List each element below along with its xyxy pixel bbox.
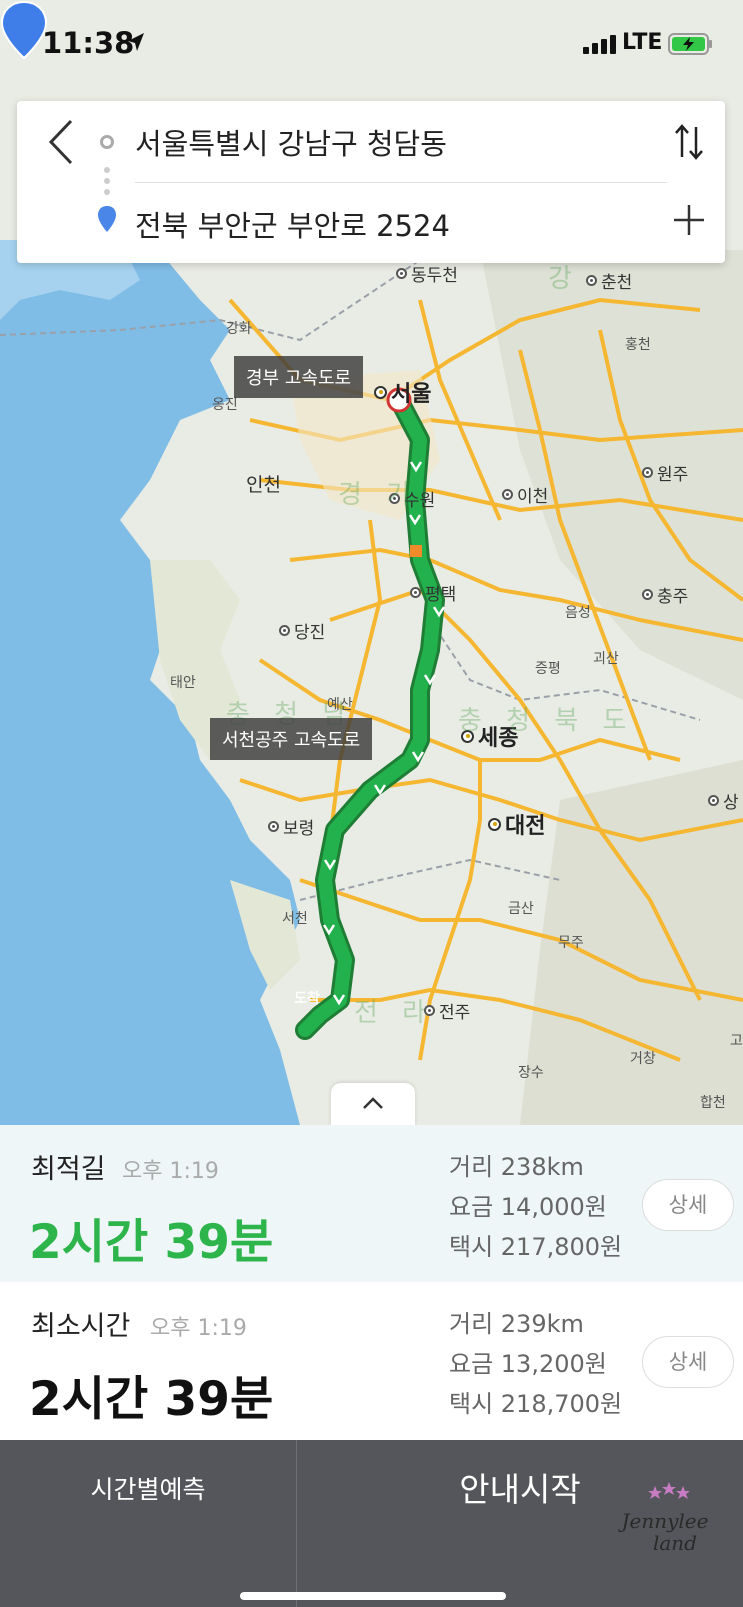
region-label: 경 기 [338, 480, 419, 510]
route-taxi-fare: 택시 218,700원 [449, 1390, 623, 1418]
place-label: 홍천 [625, 337, 651, 353]
route-toll: 요금 14,000원 [449, 1193, 607, 1221]
city-label: 보령 [268, 814, 314, 839]
route-taxi-fare: 택시 217,800원 [449, 1233, 623, 1261]
origin-field[interactable]: 서울특별시 강남구 청담동 [135, 121, 447, 163]
city-label: 평택 [410, 580, 456, 605]
region-label: 충 청 북 도 [458, 706, 635, 736]
place-label: 거창 [630, 1051, 656, 1067]
place-label: 괴산 [593, 651, 619, 667]
detail-button[interactable]: 상세 [642, 1179, 734, 1231]
route-duration: 2시간 39분 [29, 1372, 274, 1427]
place-label: 강화 [226, 321, 252, 337]
city-label: 대전 [488, 808, 545, 840]
destination-pin-label: 도착 [294, 991, 320, 1007]
place-label: 서천 [282, 911, 308, 927]
city-label: 춘천 [586, 268, 632, 293]
location-arrow-icon [128, 33, 144, 51]
highway-label[interactable]: 경부 고속도로 [234, 356, 364, 398]
route-name: 최적길 [31, 1154, 106, 1185]
place-label: 합천 [700, 1095, 726, 1111]
region-label: 강 [548, 264, 580, 294]
place-label: 장수 [518, 1065, 544, 1081]
route-stats: 거리 238km 요금 14,000원 택시 217,800원 [449, 1147, 622, 1267]
traffic-segment [410, 545, 422, 557]
detail-button[interactable]: 상세 [642, 1336, 734, 1388]
route-stats: 거리 239km 요금 13,200원 택시 218,700원 [449, 1304, 622, 1424]
home-indicator[interactable] [240, 1592, 506, 1600]
place-label: 고 [730, 1033, 743, 1049]
route-connector-icon [104, 167, 110, 197]
city-label: 이천 [502, 482, 548, 507]
city-label: 서울 [374, 376, 431, 408]
expand-panel-button[interactable] [331, 1083, 415, 1125]
network-type: LTE [622, 30, 663, 55]
svg-text:Jennylee: Jennylee [618, 1509, 709, 1533]
arrival-time: 오후 1:19 [150, 1316, 247, 1341]
route-toll: 요금 13,200원 [449, 1350, 607, 1378]
destination-field[interactable]: 전북 부안군 부안로 2524 [135, 203, 450, 245]
chevron-up-icon [363, 1097, 383, 1109]
field-divider [135, 182, 667, 183]
origin-dot-icon [100, 135, 114, 149]
route-option-optimal[interactable]: 최적길 오후 1:19 2시간 39분 거리 238km 요금 14,000원 … [0, 1125, 743, 1282]
city-label: 당진 [279, 618, 325, 643]
place-label: 인천 [246, 474, 281, 496]
place-label: 증평 [535, 661, 561, 677]
watermark-logo: Jennylee land [618, 1482, 709, 1555]
status-bar: 11:38 LTE [0, 0, 743, 90]
signal-strength-icon [583, 35, 616, 54]
city-label: 동두천 [396, 261, 458, 286]
place-label: 무주 [558, 935, 584, 951]
route-distance: 거리 239km [449, 1310, 584, 1338]
mountain-shade [520, 760, 743, 1125]
route-distance: 거리 238km [449, 1153, 584, 1181]
city-label: 원주 [642, 460, 688, 485]
route-duration: 2시간 39분 [29, 1215, 274, 1270]
back-arrow-icon[interactable] [41, 117, 81, 167]
time-prediction-button[interactable]: 시간별예측 [0, 1440, 296, 1540]
status-time: 11:38 [42, 26, 135, 60]
route-search-card: 서울특별시 강남구 청담동 전북 부안군 부안로 2524 [17, 101, 725, 263]
place-label: 태안 [170, 675, 196, 691]
region-label: 전 라 [354, 998, 435, 1028]
swap-arrows-icon[interactable] [672, 121, 706, 163]
city-label: 충주 [642, 582, 688, 607]
svg-text:land: land [653, 1531, 697, 1555]
bottom-action-bar: 시간별예측 안내시작 Jennylee land [0, 1440, 743, 1607]
add-waypoint-icon[interactable] [672, 203, 706, 237]
place-label: 음성 [565, 605, 591, 621]
battery-charging-icon [668, 33, 712, 55]
route-name: 최소시간 [31, 1311, 131, 1342]
city-label: 상 [708, 788, 739, 813]
highway-label[interactable]: 서천공주 고속도로 [210, 718, 373, 760]
destination-marker-icon [98, 206, 116, 232]
route-option-fastest[interactable]: 최소시간 오후 1:19 2시간 39분 거리 239km 요금 13,200원… [0, 1282, 743, 1439]
place-label: 금산 [508, 901, 534, 917]
arrival-time: 오후 1:19 [122, 1159, 219, 1184]
